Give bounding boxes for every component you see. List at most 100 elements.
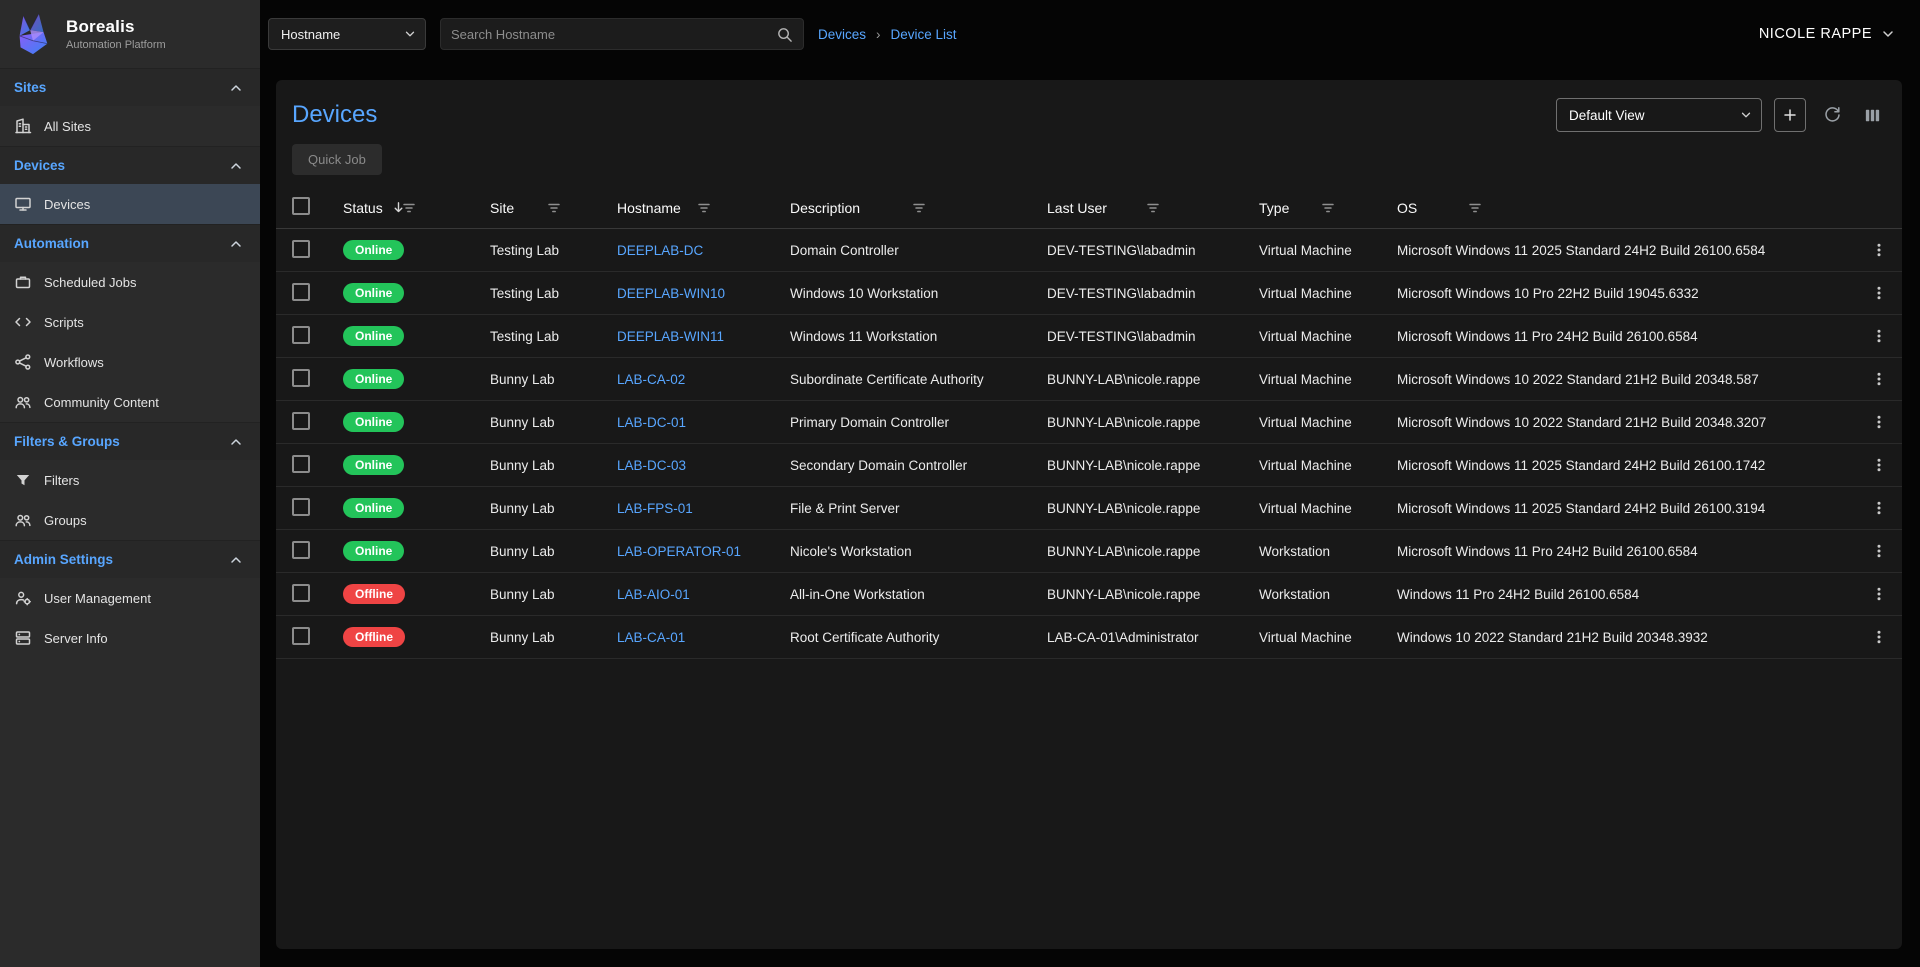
sidebar-section-automation[interactable]: Automation: [0, 224, 260, 262]
status-badge: Online: [343, 369, 404, 389]
row-checkbox[interactable]: [292, 283, 310, 301]
add-view-button[interactable]: [1774, 98, 1806, 132]
hostname-link[interactable]: LAB-AIO-01: [617, 587, 690, 602]
sidebar-item-all-sites[interactable]: All Sites: [0, 106, 260, 146]
select-all-checkbox[interactable]: [292, 197, 310, 215]
sidebar-item-scripts[interactable]: Scripts: [0, 302, 260, 342]
row-checkbox[interactable]: [292, 240, 310, 258]
server-icon: [14, 629, 32, 647]
sidebar-item-label: Workflows: [44, 355, 104, 370]
row-checkbox[interactable]: [292, 326, 310, 344]
groups-icon: [14, 511, 32, 529]
row-menu-button[interactable]: [1865, 451, 1893, 479]
caret-down-icon: [1739, 108, 1753, 122]
hostname-link[interactable]: DEEPLAB-WIN10: [617, 286, 725, 301]
os-cell: Microsoft Windows 10 2022 Standard 21H2 …: [1397, 415, 1856, 430]
row-menu-button[interactable]: [1865, 580, 1893, 608]
hostname-link[interactable]: DEEPLAB-WIN11: [617, 329, 724, 344]
hostname-link[interactable]: LAB-OPERATOR-01: [617, 544, 741, 559]
type-cell: Workstation: [1259, 587, 1397, 602]
borealis-logo-icon: [10, 11, 56, 57]
hostname-link[interactable]: LAB-CA-02: [617, 372, 685, 387]
filter-icon[interactable]: [401, 200, 417, 216]
search-box: [440, 18, 804, 50]
hostname-link[interactable]: LAB-FPS-01: [617, 501, 693, 516]
hostname-link[interactable]: DEEPLAB-DC: [617, 243, 703, 258]
table-row: Online Testing Lab DEEPLAB-DC Domain Con…: [276, 229, 1902, 272]
column-label: OS: [1397, 200, 1417, 216]
sidebar-section-sites[interactable]: Sites: [0, 68, 260, 106]
column-header-hostname[interactable]: Hostname: [617, 187, 790, 228]
column-header-site[interactable]: Site: [490, 187, 617, 228]
filter-icon[interactable]: [911, 200, 927, 216]
sidebar-item-groups[interactable]: Groups: [0, 500, 260, 540]
user-menu[interactable]: NICOLE RAPPE: [1759, 26, 1896, 42]
sidebar-item-scheduled-jobs[interactable]: Scheduled Jobs: [0, 262, 260, 302]
hostname-link[interactable]: LAB-DC-01: [617, 415, 686, 430]
site-cell: Testing Lab: [490, 329, 617, 344]
user-name: NICOLE RAPPE: [1759, 26, 1872, 42]
row-checkbox[interactable]: [292, 498, 310, 516]
brand-name: Borealis: [66, 17, 166, 37]
view-selector[interactable]: Default View: [1556, 98, 1762, 132]
chevron-up-icon: [228, 552, 244, 568]
os-cell: Microsoft Windows 11 2025 Standard 24H2 …: [1397, 501, 1856, 516]
sidebar-item-filters[interactable]: Filters: [0, 460, 260, 500]
column-header-last-user[interactable]: Last User: [1047, 187, 1259, 228]
row-menu-button[interactable]: [1865, 236, 1893, 264]
columns-icon: [1863, 106, 1882, 125]
filter-icon[interactable]: [1145, 200, 1161, 216]
sidebar-section-devices[interactable]: Devices: [0, 146, 260, 184]
table-row: Online Bunny Lab LAB-FPS-01 File & Print…: [276, 487, 1902, 530]
sidebar-item-label: Scheduled Jobs: [44, 275, 137, 290]
row-checkbox[interactable]: [292, 584, 310, 602]
quick-job-button[interactable]: Quick Job: [292, 144, 382, 175]
columns-button[interactable]: [1858, 101, 1886, 129]
sidebar-section-admin-settings[interactable]: Admin Settings: [0, 540, 260, 578]
column-header-description[interactable]: Description: [790, 187, 1047, 228]
column-header-status[interactable]: Status: [328, 187, 490, 228]
filter-icon[interactable]: [1467, 200, 1483, 216]
sidebar-item-server-info[interactable]: Server Info: [0, 618, 260, 658]
table-row: Online Bunny Lab LAB-CA-02 Subordinate C…: [276, 358, 1902, 401]
search-input[interactable]: [451, 27, 768, 42]
column-header-type[interactable]: Type: [1259, 187, 1397, 228]
search-field-selector[interactable]: Hostname: [268, 18, 426, 50]
row-checkbox[interactable]: [292, 412, 310, 430]
row-menu-button[interactable]: [1865, 537, 1893, 565]
building-icon: [14, 117, 32, 135]
hostname-link[interactable]: LAB-CA-01: [617, 630, 685, 645]
table-row: Online Testing Lab DEEPLAB-WIN10 Windows…: [276, 272, 1902, 315]
filter-icon[interactable]: [546, 200, 562, 216]
row-menu-button[interactable]: [1865, 623, 1893, 651]
sidebar-item-user-management[interactable]: User Management: [0, 578, 260, 618]
sidebar-item-workflows[interactable]: Workflows: [0, 342, 260, 382]
search-icon[interactable]: [776, 26, 793, 43]
breadcrumb-devices[interactable]: Devices: [818, 27, 866, 42]
filter-icon[interactable]: [1320, 200, 1336, 216]
column-header-os[interactable]: OS: [1397, 187, 1856, 228]
row-menu-button[interactable]: [1865, 279, 1893, 307]
last-user-cell: LAB-CA-01\Administrator: [1047, 630, 1259, 645]
sidebar-section-filters-groups[interactable]: Filters & Groups: [0, 422, 260, 460]
row-checkbox[interactable]: [292, 369, 310, 387]
row-checkbox[interactable]: [292, 455, 310, 473]
filter-icon[interactable]: [696, 200, 712, 216]
row-checkbox[interactable]: [292, 627, 310, 645]
breadcrumb-device-list[interactable]: Device List: [891, 27, 957, 42]
description-cell: File & Print Server: [790, 501, 1047, 516]
table-row: Online Bunny Lab LAB-DC-01 Primary Domai…: [276, 401, 1902, 444]
sidebar-item-devices[interactable]: Devices: [0, 184, 260, 224]
row-checkbox[interactable]: [292, 541, 310, 559]
row-menu-button[interactable]: [1865, 494, 1893, 522]
row-menu-button[interactable]: [1865, 322, 1893, 350]
refresh-button[interactable]: [1818, 101, 1846, 129]
row-menu-button[interactable]: [1865, 365, 1893, 393]
row-menu-button[interactable]: [1865, 408, 1893, 436]
panel-header: Devices Default View: [276, 98, 1902, 132]
description-cell: Windows 10 Workstation: [790, 286, 1047, 301]
hostname-link[interactable]: LAB-DC-03: [617, 458, 686, 473]
status-badge: Online: [343, 541, 404, 561]
sidebar-item-community-content[interactable]: Community Content: [0, 382, 260, 422]
column-label: Site: [490, 200, 514, 216]
